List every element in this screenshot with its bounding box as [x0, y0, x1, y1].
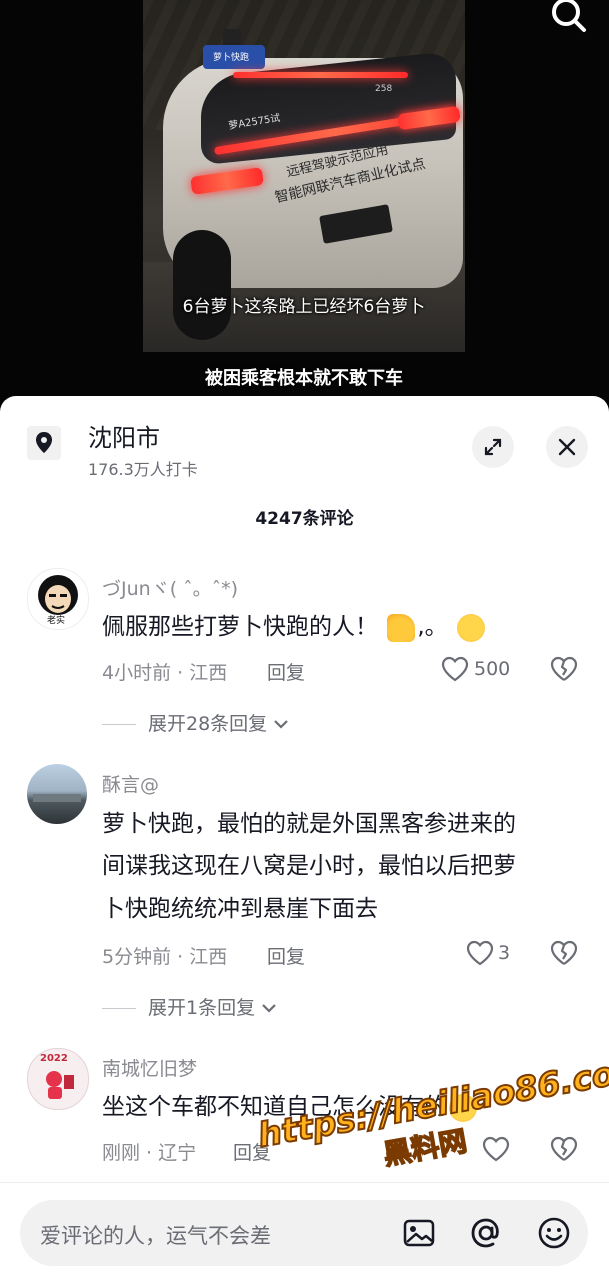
chevron-down-icon [262, 1004, 276, 1013]
comment-text-line: 萝卜快跑，最怕的就是外国黑客参进来的 [102, 811, 516, 837]
comment-text-line: 佩服那些打萝卜快跑的人！ [102, 614, 378, 640]
comment-input-placeholder: 爱评论的人，运气不会差 [40, 1224, 271, 1248]
comment-username[interactable]: 酥言@ [102, 770, 159, 797]
avatar-label: 老实 [47, 616, 66, 626]
comment-meta: 刚刚 · 辽宁 [102, 1142, 197, 1164]
avatar[interactable] [27, 764, 87, 824]
expand-replies-label: 展开1条回复 [148, 997, 256, 1019]
expand-replies-label: 展开28条回复 [148, 713, 268, 735]
location-title[interactable]: 沈阳市 [88, 418, 160, 453]
car-wheel [173, 230, 231, 340]
comment-sheet: 沈阳市 176.3万人打卡 4247条评论 老实 づJunヾ( ˆ。ˆ*) 佩服… [0, 396, 609, 1280]
car-number: 258 [375, 84, 393, 94]
video-subtitle-top: 6台萝卜这条路上已经坏6台萝卜 [182, 297, 426, 317]
comment-text-line: ,。 [417, 614, 448, 640]
comment-input[interactable]: 爱评论的人，运气不会差 [20, 1200, 588, 1266]
comment-text-line: 卜快跑统统冲到悬崖下面去 [102, 896, 378, 922]
heart-icon[interactable] [466, 940, 494, 966]
avatar[interactable]: 老实 [27, 568, 89, 630]
avatar-building [33, 794, 81, 802]
reply-button[interactable]: 回复 [267, 942, 305, 969]
expand-icon [484, 438, 502, 456]
location-pin-icon [27, 426, 61, 460]
avatar-figure-icon [46, 1071, 74, 1099]
expand-button[interactable] [472, 426, 514, 468]
location-checkin-count: 176.3万人打卡 [88, 460, 198, 479]
comment-username[interactable]: 南城忆旧梦 [102, 1054, 197, 1081]
video-subtitle-bottom: 被困乘客根本就不敢下车 [205, 368, 403, 389]
comment-count: 4247条评论 [255, 509, 354, 529]
emoji-icon[interactable] [536, 1215, 572, 1251]
comment-text-line: 坐这个车都不知道自己怎么没有的 [102, 1094, 447, 1120]
expand-replies-button[interactable]: 展开1条回复 [102, 993, 277, 1020]
thumbs-up-emoji-icon [387, 613, 416, 642]
broken-heart-icon[interactable] [550, 656, 578, 682]
comment-text-line: 间谍我这现在八窝是小时，最怕以后把萝 [102, 853, 516, 879]
roof-label: 萝卜快跑 [213, 53, 250, 63]
heart-icon[interactable] [441, 656, 469, 682]
laughing-tears-emoji-icon [456, 613, 485, 642]
car-top-light [233, 72, 408, 78]
search-icon[interactable] [546, 0, 590, 38]
like-count: 3 [498, 942, 511, 964]
close-button[interactable] [546, 426, 588, 468]
divider [102, 1008, 136, 1009]
divider [0, 1182, 609, 1183]
comment-username[interactable]: づJunヾ( ˆ。ˆ*) [102, 574, 238, 601]
close-icon [558, 438, 576, 456]
reply-button[interactable]: 回复 [233, 1138, 271, 1165]
heart-icon[interactable] [482, 1136, 510, 1162]
divider [102, 724, 136, 725]
image-icon[interactable] [401, 1215, 437, 1251]
expand-replies-button[interactable]: 展开28条回复 [102, 709, 289, 736]
comment-meta: 5分钟前 · 江西 [102, 946, 228, 968]
chevron-down-icon [274, 720, 289, 729]
comment-text: 坐这个车都不知道自己怎么没有的 [102, 1086, 479, 1128]
broken-heart-icon[interactable] [550, 1136, 578, 1162]
comment-text: 佩服那些打萝卜快跑的人！ ,。 [102, 606, 487, 648]
reply-button[interactable]: 回复 [267, 658, 305, 685]
comment-meta: 4小时前 · 江西 [102, 662, 228, 684]
like-count: 500 [474, 658, 511, 680]
at-icon[interactable] [468, 1215, 504, 1251]
video-player[interactable]: 萝卜快跑 萝A2575试 258 远程驾驶示范应用 智能网联汽车商业化试点 6台… [0, 0, 609, 420]
laughing-tears-emoji-icon [449, 1093, 477, 1122]
avatar[interactable]: 2022 [27, 1048, 89, 1110]
broken-heart-icon[interactable] [550, 940, 578, 966]
